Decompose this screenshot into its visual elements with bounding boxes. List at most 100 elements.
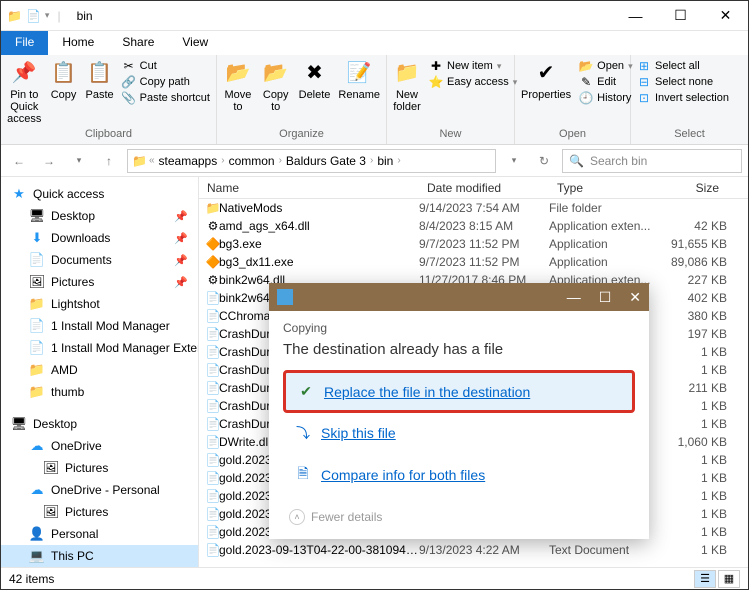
breadcrumb[interactable]: 📁 « steamapps› common› Baldurs Gate 3› b… (127, 149, 496, 173)
column-size[interactable]: Size (657, 181, 727, 195)
close-button[interactable]: ✕ (703, 1, 748, 31)
new-item-button[interactable]: ✚New item ▾ (429, 59, 517, 73)
file-size: 1 KB (657, 345, 727, 359)
invert-selection-button[interactable]: ⊡Invert selection (637, 91, 729, 105)
breadcrumb-item[interactable]: bin (375, 154, 395, 168)
pin-icon: 📌 (10, 59, 38, 87)
dialog-close-button[interactable]: ✕ (629, 289, 641, 306)
delete-button[interactable]: ✖ Delete (299, 59, 331, 101)
tree-item[interactable]: 🖼Pictures (1, 457, 198, 479)
properties-button[interactable]: ✔ Properties (521, 59, 571, 101)
file-date: 9/13/2023 4:22 AM (419, 543, 549, 557)
tree-item-label: Pictures (51, 275, 94, 289)
tree-item[interactable]: 📄Documents📌 (1, 249, 198, 271)
cut-button[interactable]: ✂Cut (122, 59, 210, 73)
tree-item-label: Desktop (51, 209, 95, 223)
search-input[interactable]: 🔍 Search bin (562, 149, 742, 173)
dialog-minimize-button[interactable]: — (567, 289, 581, 306)
file-row[interactable]: ⚙amd_ags_x64.dll8/4/2023 8:15 AMApplicat… (199, 217, 748, 235)
fewer-details-toggle[interactable]: ˄ Fewer details (283, 509, 635, 525)
file-row[interactable]: 📁NativeMods9/14/2023 7:54 AMFile folder (199, 199, 748, 217)
paste-button[interactable]: 📋 Paste (86, 59, 114, 101)
tree-item[interactable]: 🖥Desktop (1, 413, 198, 435)
file-row[interactable]: 🔶bg3_dx11.exe9/7/2023 11:52 PMApplicatio… (199, 253, 748, 271)
replace-file-option[interactable]: ✔ Replace the file in the destination (283, 370, 635, 413)
breadcrumb-item[interactable]: common (227, 154, 277, 168)
shortcut-icon: 📎 (122, 91, 136, 105)
refresh-button[interactable]: ↻ (532, 149, 556, 173)
tree-item[interactable]: 🖼Pictures📌 (1, 271, 198, 293)
easy-access-icon: ⭐ (429, 75, 443, 89)
new-folder-button[interactable]: 📁 New folder (393, 59, 421, 113)
file-name: gold.2023-09-13T04-22-00-381094.log (219, 543, 419, 557)
dialog-titlebar[interactable]: — ☐ ✕ (269, 283, 649, 311)
file-size: 1 KB (657, 525, 727, 539)
tree-item-icon: 👤 (29, 526, 45, 542)
tree-item[interactable]: 📁AMD (1, 359, 198, 381)
tree-item[interactable]: 📄1 Install Mod Manager (1, 315, 198, 337)
tree-item[interactable]: ⬇Downloads📌 (1, 227, 198, 249)
breadcrumb-item[interactable]: Baldurs Gate 3 (284, 154, 368, 168)
tree-item[interactable]: 📄1 Install Mod Manager Exter (1, 337, 198, 359)
tree-item[interactable]: 💻This PC (1, 545, 198, 567)
file-icon: 📄 (199, 435, 219, 449)
rename-button[interactable]: 📝 Rename (338, 59, 380, 101)
edit-button[interactable]: ✎Edit (579, 75, 632, 89)
history-button[interactable]: 🕘History (579, 91, 632, 105)
tree-item[interactable]: ★Quick access (1, 183, 198, 205)
move-to-button[interactable]: 📂 Move to (223, 59, 253, 113)
file-type: Application (549, 237, 657, 251)
tree-item[interactable]: 🖼Pictures (1, 501, 198, 523)
pin-icon: 📌 (174, 276, 188, 289)
tab-share[interactable]: Share (108, 31, 168, 55)
skip-file-option[interactable]: ⤵ Skip this file (283, 413, 635, 453)
column-name[interactable]: Name (199, 181, 419, 195)
tab-view[interactable]: View (168, 31, 222, 55)
file-size: 211 KB (657, 381, 727, 395)
view-details-button[interactable]: ☰ (694, 570, 716, 588)
select-none-icon: ⊟ (637, 75, 651, 89)
tree-item-label: OneDrive - Personal (51, 483, 160, 497)
select-none-button[interactable]: ⊟Select none (637, 75, 729, 89)
select-all-button[interactable]: ⊞Select all (637, 59, 729, 73)
column-type[interactable]: Type (549, 181, 657, 195)
paste-shortcut-button[interactable]: 📎Paste shortcut (122, 91, 210, 105)
maximize-button[interactable]: ☐ (658, 1, 703, 31)
file-row[interactable]: 📄gold.2023-09-13T04-22-00-381094.log9/13… (199, 541, 748, 559)
tree-item[interactable]: 👤Personal (1, 523, 198, 545)
minimize-button[interactable]: — (613, 1, 658, 31)
copy-path-button[interactable]: 🔗Copy path (122, 75, 210, 89)
dropdown-icon[interactable]: ▾ (45, 10, 50, 21)
open-button[interactable]: 📂Open ▾ (579, 59, 632, 73)
open-icon: 📂 (579, 59, 593, 73)
pin-quick-access-button[interactable]: 📌 Pin to Quick access (7, 59, 42, 125)
tree-item-label: 1 Install Mod Manager (51, 319, 170, 333)
new-group-label: New (387, 128, 514, 142)
copy-button[interactable]: 📋 Copy (50, 59, 78, 101)
breadcrumb-item[interactable]: steamapps (157, 154, 220, 168)
nav-up-button[interactable]: ↑ (97, 149, 121, 173)
tree-item-label: Desktop (33, 417, 77, 431)
tree-item[interactable]: 🖥Desktop📌 (1, 205, 198, 227)
tree-item[interactable]: 📁thumb (1, 381, 198, 403)
nav-recent-button[interactable]: ▾ (67, 149, 91, 173)
compare-files-option[interactable]: 🗎 Compare info for both files (283, 453, 635, 497)
rename-icon: 📝 (345, 59, 373, 87)
tab-file[interactable]: File (1, 31, 48, 55)
nav-back-button[interactable]: ← (7, 149, 31, 173)
tree-item[interactable]: 📁Lightshot (1, 293, 198, 315)
tab-home[interactable]: Home (48, 31, 108, 55)
dropdown-button[interactable]: ▾ (502, 149, 526, 173)
tree-item-label: Downloads (51, 231, 110, 245)
copy-to-button[interactable]: 📂 Copy to (261, 59, 291, 113)
file-row[interactable]: 🔶bg3.exe9/7/2023 11:52 PMApplication91,6… (199, 235, 748, 253)
dialog-maximize-button[interactable]: ☐ (599, 289, 612, 306)
delete-icon: ✖ (301, 59, 329, 87)
column-date[interactable]: Date modified (419, 181, 549, 195)
view-icons-button[interactable]: ▦ (718, 570, 740, 588)
tree-item-label: Pictures (65, 461, 108, 475)
easy-access-button[interactable]: ⭐Easy access ▾ (429, 75, 517, 89)
tree-item[interactable]: ☁OneDrive - Personal (1, 479, 198, 501)
tree-item[interactable]: ☁OneDrive (1, 435, 198, 457)
nav-forward-button[interactable]: → (37, 149, 61, 173)
